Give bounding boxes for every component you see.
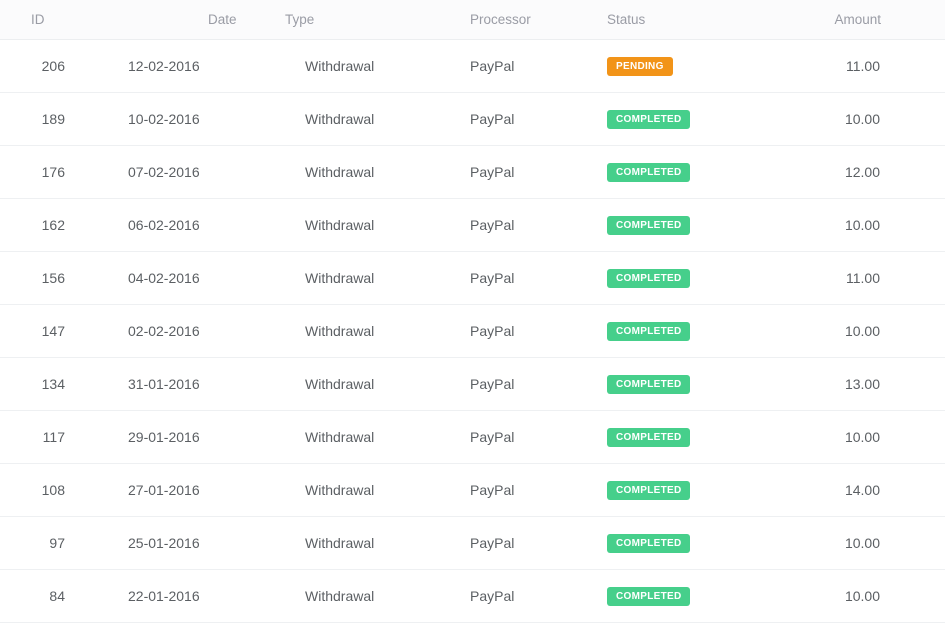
cell-date: 10-02-2016 — [90, 92, 285, 146]
table-row[interactable]: 147 02-02-2016 Withdrawal PayPal COMPLETED 10… — [0, 304, 945, 358]
cell-date: 31-01-2016 — [90, 357, 285, 411]
table-row[interactable]: 97 25-01-2016 Withdrawal PayPal COMPLETED 10.… — [0, 516, 945, 570]
table-row[interactable]: 117 29-01-2016 Withdrawal PayPal COMPLETED 10… — [0, 410, 945, 464]
status-badge: COMPLETED — [607, 586, 691, 606]
cell-processor: PayPal — [470, 463, 595, 517]
cell-processor: PayPal — [470, 410, 595, 464]
column-header-type[interactable]: Type — [285, 0, 470, 40]
cell-date: 25-01-2016 — [90, 516, 285, 570]
cell-type: Withdrawal — [285, 39, 470, 93]
status-badge: COMPLETED — [607, 480, 691, 500]
table-row[interactable]: 206 12-02-2016 Withdrawal PayPal PENDING 11.0… — [0, 39, 945, 93]
cell-date: 02-02-2016 — [90, 304, 285, 358]
cell-id: 117 — [0, 410, 90, 464]
cell-amount: 11.00 — [780, 39, 945, 93]
cell-status: COMPLETED — [595, 463, 780, 517]
table-body: 206 12-02-2016 Withdrawal PayPal PENDING 11.0… — [0, 39, 945, 623]
cell-status: COMPLETED — [595, 410, 780, 464]
cell-processor: PayPal — [470, 516, 595, 570]
cell-amount: 14.00 — [780, 463, 945, 517]
table-row[interactable]: 84 22-01-2016 Withdrawal PayPal COMPLETED 10.… — [0, 569, 945, 623]
cell-id: 84 — [0, 569, 90, 623]
cell-processor: PayPal — [470, 304, 595, 358]
cell-id: 162 — [0, 198, 90, 252]
cell-amount: 11.00 — [780, 251, 945, 305]
cell-id: 189 — [0, 92, 90, 146]
column-header-id[interactable]: ID — [0, 0, 90, 40]
cell-processor: PayPal — [470, 357, 595, 411]
table-header-row: ID Date Type Processor Status Amount — [0, 0, 945, 40]
status-badge: COMPLETED — [607, 321, 691, 341]
cell-id: 134 — [0, 357, 90, 411]
column-header-amount[interactable]: Amount — [780, 0, 945, 40]
transactions-table: ID Date Type Processor Status Amount 206… — [0, 0, 945, 623]
cell-status: COMPLETED — [595, 357, 780, 411]
cell-amount: 10.00 — [780, 304, 945, 358]
cell-date: 22-01-2016 — [90, 569, 285, 623]
cell-id: 156 — [0, 251, 90, 305]
cell-id: 206 — [0, 39, 90, 93]
cell-date: 06-02-2016 — [90, 198, 285, 252]
column-header-processor[interactable]: Processor — [470, 0, 595, 40]
cell-processor: PayPal — [470, 569, 595, 623]
column-header-date[interactable]: Date — [90, 0, 285, 40]
cell-type: Withdrawal — [285, 251, 470, 305]
cell-id: 147 — [0, 304, 90, 358]
cell-type: Withdrawal — [285, 92, 470, 146]
cell-date: 07-02-2016 — [90, 145, 285, 199]
cell-amount: 10.00 — [780, 410, 945, 464]
cell-type: Withdrawal — [285, 198, 470, 252]
cell-status: COMPLETED — [595, 251, 780, 305]
status-badge: COMPLETED — [607, 109, 691, 129]
cell-id: 108 — [0, 463, 90, 517]
column-header-status[interactable]: Status — [595, 0, 780, 40]
cell-processor: PayPal — [470, 39, 595, 93]
cell-amount: 10.00 — [780, 516, 945, 570]
status-badge: PENDING — [607, 56, 673, 76]
cell-status: COMPLETED — [595, 198, 780, 252]
status-badge: COMPLETED — [607, 162, 691, 182]
cell-date: 12-02-2016 — [90, 39, 285, 93]
cell-status: COMPLETED — [595, 516, 780, 570]
table-row[interactable]: 134 31-01-2016 Withdrawal PayPal COMPLETED 13… — [0, 357, 945, 411]
cell-status: COMPLETED — [595, 304, 780, 358]
cell-amount: 10.00 — [780, 569, 945, 623]
table-row[interactable]: 156 04-02-2016 Withdrawal PayPal COMPLETED 11… — [0, 251, 945, 305]
status-badge: COMPLETED — [607, 215, 691, 235]
status-badge: COMPLETED — [607, 427, 691, 447]
cell-amount: 13.00 — [780, 357, 945, 411]
cell-date: 29-01-2016 — [90, 410, 285, 464]
cell-processor: PayPal — [470, 145, 595, 199]
table-header: ID Date Type Processor Status Amount — [0, 0, 945, 40]
cell-type: Withdrawal — [285, 463, 470, 517]
cell-date: 04-02-2016 — [90, 251, 285, 305]
cell-date: 27-01-2016 — [90, 463, 285, 517]
cell-status: COMPLETED — [595, 569, 780, 623]
cell-id: 176 — [0, 145, 90, 199]
status-badge: COMPLETED — [607, 374, 691, 394]
status-badge: COMPLETED — [607, 268, 691, 288]
cell-type: Withdrawal — [285, 569, 470, 623]
cell-type: Withdrawal — [285, 410, 470, 464]
cell-status: COMPLETED — [595, 145, 780, 199]
cell-amount: 12.00 — [780, 145, 945, 199]
cell-type: Withdrawal — [285, 145, 470, 199]
table-row[interactable]: 189 10-02-2016 Withdrawal PayPal COMPLETED 10… — [0, 92, 945, 146]
cell-processor: PayPal — [470, 198, 595, 252]
cell-type: Withdrawal — [285, 304, 470, 358]
cell-id: 97 — [0, 516, 90, 570]
table-row[interactable]: 108 27-01-2016 Withdrawal PayPal COMPLETED 14… — [0, 463, 945, 517]
cell-type: Withdrawal — [285, 516, 470, 570]
cell-status: COMPLETED — [595, 92, 780, 146]
status-badge: COMPLETED — [607, 533, 691, 553]
cell-amount: 10.00 — [780, 92, 945, 146]
cell-processor: PayPal — [470, 251, 595, 305]
cell-processor: PayPal — [470, 92, 595, 146]
cell-status: PENDING — [595, 39, 780, 93]
cell-amount: 10.00 — [780, 198, 945, 252]
table-row[interactable]: 162 06-02-2016 Withdrawal PayPal COMPLETED 10… — [0, 198, 945, 252]
table-row[interactable]: 176 07-02-2016 Withdrawal PayPal COMPLETED 12… — [0, 145, 945, 199]
cell-type: Withdrawal — [285, 357, 470, 411]
